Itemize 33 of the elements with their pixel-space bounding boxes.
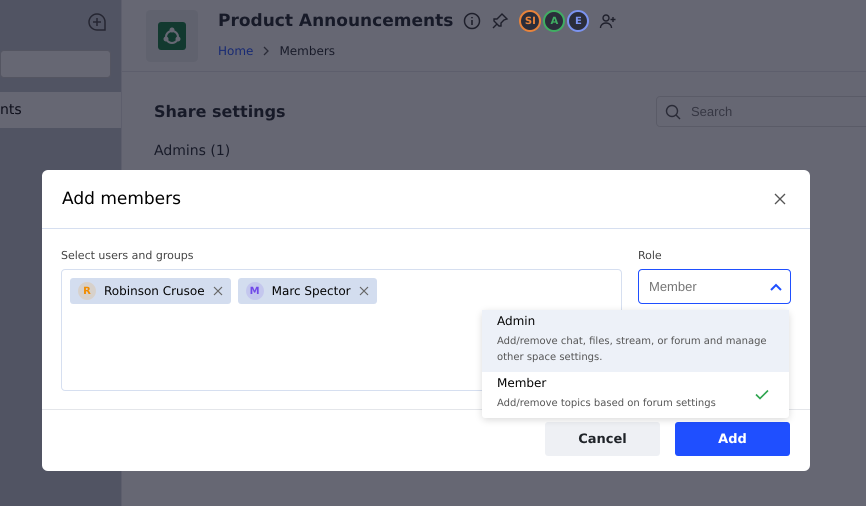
add-button[interactable]: Add xyxy=(675,422,790,456)
dialog-title: Add members xyxy=(62,189,181,209)
member-avatar[interactable]: A xyxy=(543,10,566,32)
close-icon xyxy=(774,193,786,205)
chevron-right-icon xyxy=(261,46,272,56)
user-name: Marc Spector xyxy=(272,284,351,298)
admins-heading: Admins (1) xyxy=(154,143,232,159)
search-icon xyxy=(665,104,681,120)
remove-icon[interactable] xyxy=(358,286,369,296)
pin-icon[interactable] xyxy=(491,12,510,30)
new-chat-icon[interactable] xyxy=(87,12,107,32)
space-title: Product Announcements xyxy=(218,11,454,31)
option-description: Add/remove topics based on forum settings xyxy=(497,397,717,411)
role-select[interactable]: Member xyxy=(638,269,791,304)
sidebar-item[interactable]: nts xyxy=(0,92,121,128)
section-heading: Share settings xyxy=(154,102,286,121)
user-avatar: R xyxy=(78,282,96,300)
member-avatar[interactable]: E xyxy=(567,10,590,32)
breadcrumb-item: Members xyxy=(279,44,336,58)
remove-icon[interactable] xyxy=(212,286,223,296)
field-label: Role xyxy=(638,249,663,262)
option-title: Member xyxy=(497,376,548,390)
cancel-button[interactable]: Cancel xyxy=(545,422,660,456)
add-user-icon[interactable] xyxy=(599,12,618,30)
role-option[interactable]: Admin Add/remove chat, files, stream, or forum and manage other space settings. xyxy=(482,310,789,372)
option-title: Admin xyxy=(497,314,536,328)
member-avatar[interactable]: SI xyxy=(519,10,542,32)
user-name: Robinson Crusoe xyxy=(104,284,205,298)
info-icon[interactable] xyxy=(463,12,482,30)
field-label: Select users and groups xyxy=(61,249,195,262)
chevron-up-icon xyxy=(770,282,782,290)
space-logo xyxy=(146,10,198,62)
user-avatar: M xyxy=(246,282,264,300)
